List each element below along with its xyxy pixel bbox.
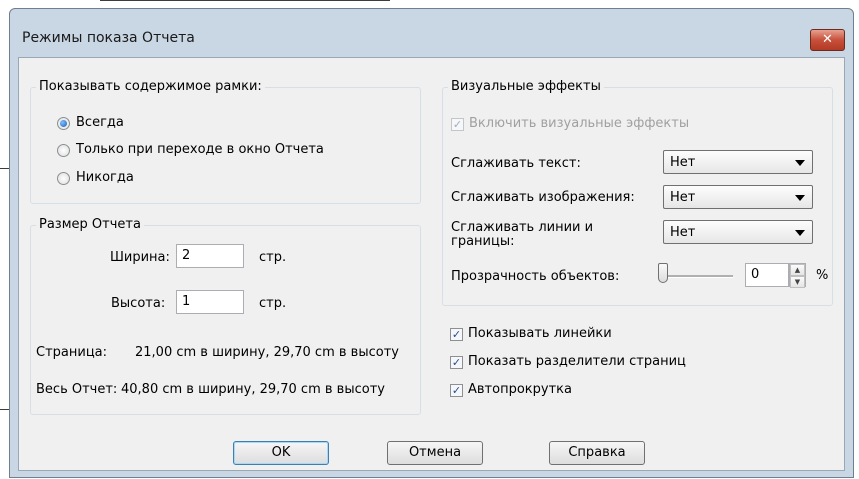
radio-on-enter[interactable] — [57, 144, 70, 157]
enable-effects-checkbox[interactable]: ✓ — [451, 118, 464, 131]
smooth-lines-select[interactable]: Нет — [663, 220, 813, 244]
close-button[interactable]: ✕ — [810, 29, 845, 51]
dialog-title: Режимы показа Отчета — [22, 30, 195, 46]
width-input[interactable]: 2 — [176, 244, 244, 268]
frame-content-title: Показывать содержимое рамки: — [36, 79, 265, 94]
transparency-slider-track[interactable] — [663, 275, 733, 278]
total-size-value: 40,80 cm в ширину, 29,70 cm в высоту — [121, 382, 385, 397]
ok-button[interactable]: OK — [233, 441, 329, 465]
title-bar[interactable]: Режимы показа Отчета ✕ — [10, 9, 853, 57]
dialog-client-area: Показывать содержимое рамки: Всегда Толь… — [18, 57, 845, 471]
smooth-text-value: Нет — [670, 155, 696, 170]
smooth-lines-label: Сглаживать линии и границы: — [451, 220, 594, 249]
height-input[interactable]: 1 — [176, 290, 244, 314]
total-size-label: Весь Отчет: — [36, 382, 118, 397]
show-page-separators-checkbox[interactable]: ✓ — [450, 356, 463, 369]
transparency-input[interactable]: 0 — [745, 263, 789, 287]
transparency-label: Прозрачность объектов: — [451, 269, 620, 284]
radio-never[interactable] — [57, 172, 70, 185]
check-icon: ✓ — [451, 384, 462, 397]
visual-effects-title: Визуальные эффекты — [448, 79, 604, 94]
frame-content-group: Показывать содержимое рамки: Всегда Толь… — [30, 79, 421, 204]
radio-always[interactable] — [57, 117, 70, 130]
height-unit: стр. — [259, 296, 287, 311]
show-page-separators-label[interactable]: Показать разделители страниц — [468, 354, 686, 369]
check-icon: ✓ — [452, 118, 463, 131]
spin-down-icon[interactable]: ▼ — [790, 276, 805, 288]
report-display-dialog: Режимы показа Отчета ✕ Показывать содерж… — [9, 8, 854, 478]
page-size-label: Страница: — [36, 345, 108, 360]
width-unit: стр. — [259, 250, 287, 265]
enable-effects-label: Включить визуальные эффекты — [469, 116, 690, 131]
autoscroll-checkbox[interactable]: ✓ — [450, 384, 463, 397]
transparency-slider-thumb[interactable] — [658, 263, 668, 283]
radio-always-label[interactable]: Всегда — [76, 115, 124, 130]
report-size-title: Размер Отчета — [36, 217, 144, 232]
check-icon: ✓ — [451, 356, 462, 369]
transparency-spinner[interactable]: ▲ ▼ — [789, 263, 806, 288]
report-size-group: Размер Отчета Ширина: 2 стр. Высота: 1 с… — [30, 217, 421, 415]
chevron-down-icon — [795, 230, 805, 236]
smooth-images-label: Сглаживать изображения: — [451, 190, 635, 205]
show-rulers-label[interactable]: Показывать линейки — [468, 326, 612, 341]
check-icon: ✓ — [451, 328, 462, 341]
background-line — [0, 409, 9, 410]
radio-selected-icon — [60, 120, 67, 127]
background-line — [0, 168, 9, 169]
page-size-value: 21,00 cm в ширину, 29,70 cm в высоту — [135, 345, 399, 360]
close-icon: ✕ — [822, 32, 833, 47]
radio-never-label[interactable]: Никогда — [76, 170, 134, 185]
spin-up-icon[interactable]: ▲ — [790, 264, 805, 276]
width-label: Ширина: — [110, 250, 170, 265]
chevron-down-icon — [795, 195, 805, 201]
help-button[interactable]: Справка — [549, 441, 645, 465]
radio-on-enter-label[interactable]: Только при переходе в окно Отчета — [76, 142, 324, 157]
show-rulers-checkbox[interactable]: ✓ — [450, 328, 463, 341]
smooth-text-label: Сглаживать текст: — [451, 156, 581, 171]
smooth-text-select[interactable]: Нет — [663, 150, 813, 174]
cancel-button[interactable]: Отмена — [387, 441, 483, 465]
smooth-images-value: Нет — [670, 190, 696, 205]
smooth-lines-value: Нет — [670, 225, 696, 240]
height-label: Высота: — [111, 296, 166, 311]
smooth-images-select[interactable]: Нет — [663, 185, 813, 209]
autoscroll-label[interactable]: Автопрокрутка — [468, 382, 572, 397]
visual-effects-group: Визуальные эффекты ✓ Включить визуальные… — [442, 79, 833, 306]
chevron-down-icon — [795, 160, 805, 166]
background-line — [100, 0, 390, 1]
transparency-unit: % — [816, 268, 829, 283]
